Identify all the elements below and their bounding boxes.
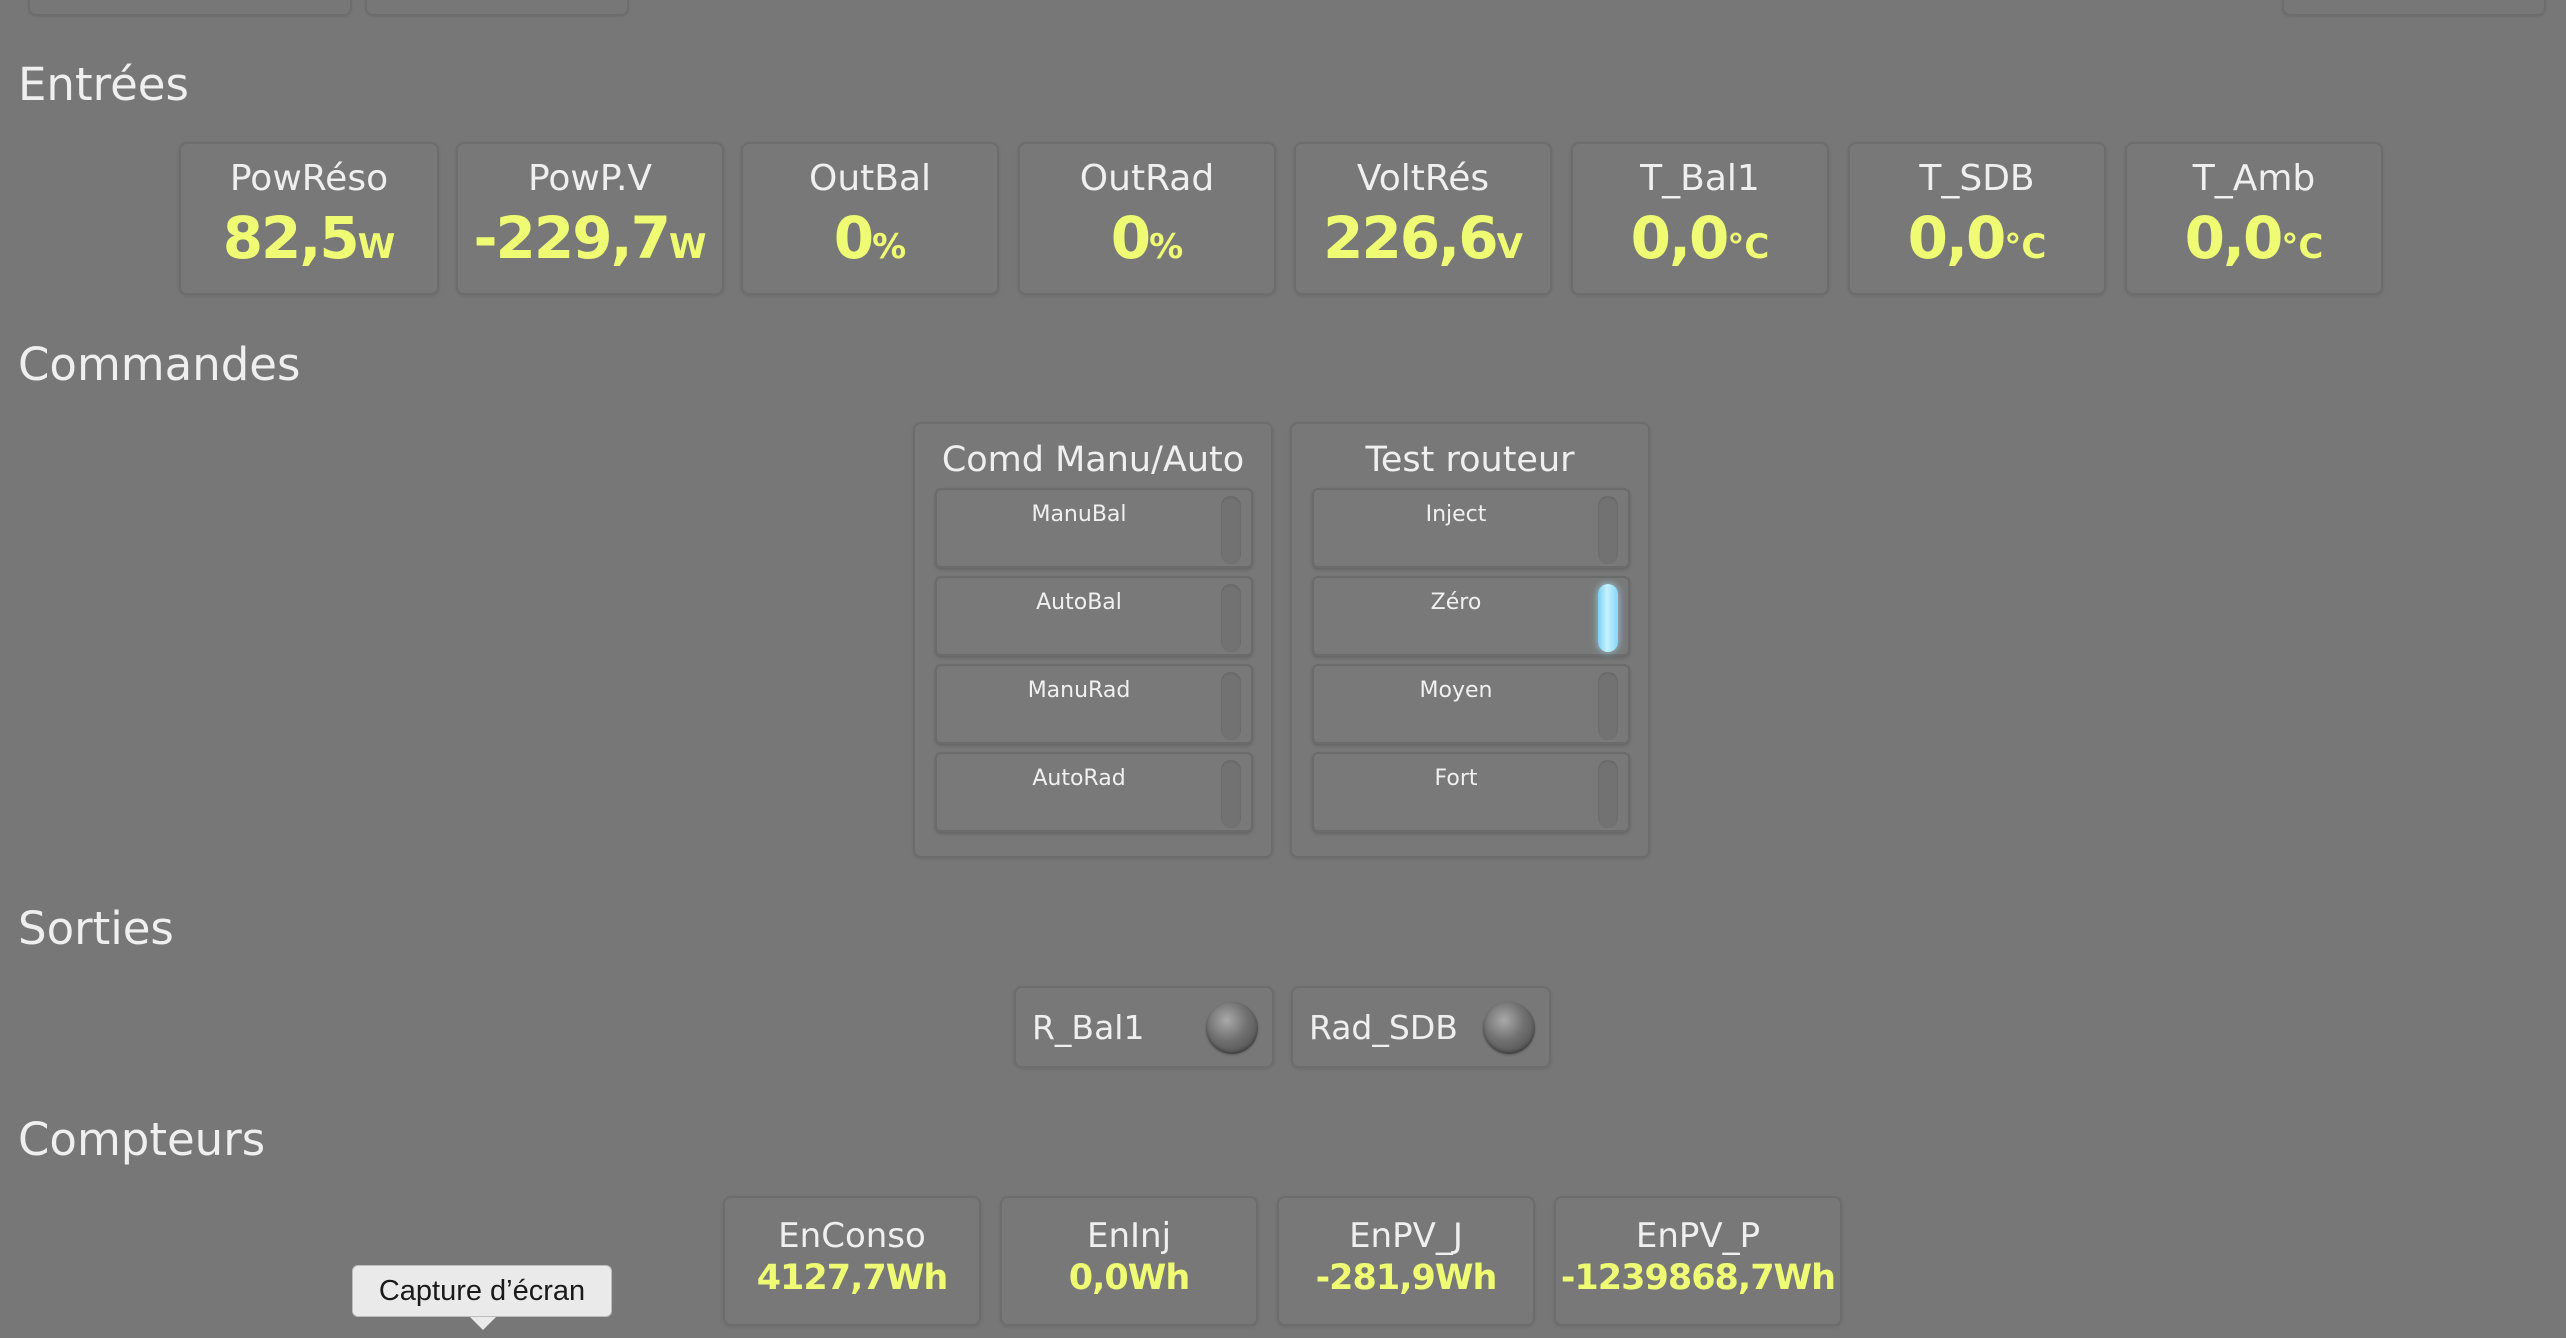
input-tile-voltres: VoltRés 226,6V: [1294, 142, 1552, 295]
panel-title: Test routeur: [1365, 440, 1575, 480]
button-label: AutoBal: [1036, 590, 1122, 615]
counter-enpv-j: EnPV_J -281,9Wh: [1277, 1196, 1535, 1326]
counter-enpv-p: EnPV_P -1239868,7Wh: [1554, 1196, 1842, 1326]
input-unit: V: [1496, 227, 1523, 267]
input-value: 0%: [833, 204, 907, 272]
input-unit: °C: [2281, 227, 2324, 267]
input-label: OutBal: [808, 158, 932, 199]
input-tile-powpv: PowP.V -229,7W: [456, 142, 724, 295]
moyen-button[interactable]: Moyen: [1312, 664, 1630, 744]
manurad-button[interactable]: ManuRad: [935, 664, 1253, 744]
output-rad-sdb: Rad_SDB: [1291, 986, 1551, 1068]
command-panel-test-routeur: Test routeur Inject Zéro Moyen Fort: [1290, 422, 1650, 858]
input-unit: °C: [1727, 227, 1770, 267]
input-label: PowRéso: [229, 158, 389, 199]
input-unit: %: [872, 227, 907, 267]
counter-value: -281,9Wh: [1315, 1258, 1498, 1298]
fort-button[interactable]: Fort: [1312, 752, 1630, 832]
output-label: Rad_SDB: [1309, 1008, 1458, 1047]
output-r-bal1: R_Bal1: [1014, 986, 1274, 1068]
counter-value: 4127,7Wh: [756, 1258, 949, 1298]
inject-button[interactable]: Inject: [1312, 488, 1630, 568]
input-label: PowP.V: [527, 158, 653, 199]
command-panel-manu-auto: Comd Manu/Auto ManuBal AutoBal ManuRad A…: [913, 422, 1273, 858]
manubal-button[interactable]: ManuBal: [935, 488, 1253, 568]
counter-label: EnPV_P: [1635, 1216, 1761, 1256]
input-value: 0,0°C: [2184, 204, 2324, 272]
section-title-commands: Commandes: [18, 338, 301, 391]
toggle-indicator: [1221, 672, 1241, 740]
button-label: ManuRad: [1027, 678, 1131, 703]
input-value: -229,7W: [473, 204, 707, 272]
toggle-indicator-active: [1598, 584, 1618, 652]
input-unit: °C: [2004, 227, 2047, 267]
tooltip-arrow-icon: [470, 1317, 496, 1330]
input-tile-outbal: OutBal 0%: [741, 142, 999, 295]
button-label: Inject: [1425, 502, 1487, 527]
input-tile-tamb: T_Amb 0,0°C: [2125, 142, 2383, 295]
input-value: 226,6V: [1323, 204, 1523, 272]
button-label: Moyen: [1419, 678, 1493, 703]
counter-value: 0,0Wh: [1068, 1258, 1191, 1298]
input-value: 82,5W: [222, 204, 396, 272]
section-title-counters: Compteurs: [18, 1113, 266, 1166]
input-value: 0%: [1110, 204, 1184, 272]
input-label: T_Bal1: [1640, 158, 1760, 199]
input-unit: %: [1149, 227, 1184, 267]
input-label: OutRad: [1079, 158, 1215, 199]
input-value: 0,0°C: [1907, 204, 2047, 272]
status-led: [1483, 1002, 1535, 1054]
button-label: Zéro: [1430, 590, 1482, 615]
toggle-indicator: [1598, 672, 1618, 740]
toggle-indicator: [1221, 760, 1241, 828]
input-label: VoltRés: [1356, 158, 1490, 199]
autorad-button[interactable]: AutoRad: [935, 752, 1253, 832]
input-label: T_SDB: [1919, 158, 2035, 199]
status-led: [1206, 1002, 1258, 1054]
counter-label: EnInj: [1086, 1216, 1172, 1256]
counter-value: -1239868,7Wh: [1560, 1258, 1836, 1298]
counter-enconso: EnConso 4127,7Wh: [723, 1196, 981, 1326]
screenshot-tooltip: Capture d’écran: [352, 1265, 612, 1317]
top-widget-stub-1: [28, 0, 352, 16]
input-unit: W: [357, 227, 396, 267]
input-unit: W: [669, 227, 707, 267]
input-tile-tsdb: T_SDB 0,0°C: [1848, 142, 2106, 295]
input-tile-powreso: PowRéso 82,5W: [179, 142, 439, 295]
autobal-button[interactable]: AutoBal: [935, 576, 1253, 656]
toggle-indicator: [1221, 496, 1241, 564]
section-title-outputs: Sorties: [18, 902, 174, 955]
toggle-indicator: [1221, 584, 1241, 652]
panel-title: Comd Manu/Auto: [941, 440, 1245, 480]
input-value: 0,0°C: [1630, 204, 1770, 272]
input-label: T_Amb: [2192, 158, 2316, 199]
counter-eninj: EnInj 0,0Wh: [1000, 1196, 1258, 1326]
top-widget-stub-3: [2282, 0, 2546, 16]
toggle-indicator: [1598, 760, 1618, 828]
toggle-indicator: [1598, 496, 1618, 564]
counter-label: EnConso: [778, 1216, 926, 1256]
counter-label: EnPV_J: [1349, 1216, 1463, 1256]
output-label: R_Bal1: [1032, 1008, 1145, 1047]
zero-button[interactable]: Zéro: [1312, 576, 1630, 656]
input-tile-tbal1: T_Bal1 0,0°C: [1571, 142, 1829, 295]
button-label: ManuBal: [1031, 502, 1127, 527]
button-label: AutoRad: [1032, 766, 1126, 791]
button-label: Fort: [1434, 766, 1478, 791]
input-tile-outrad: OutRad 0%: [1018, 142, 1276, 295]
section-title-inputs: Entrées: [18, 58, 189, 111]
top-widget-stub-2: [365, 0, 629, 16]
